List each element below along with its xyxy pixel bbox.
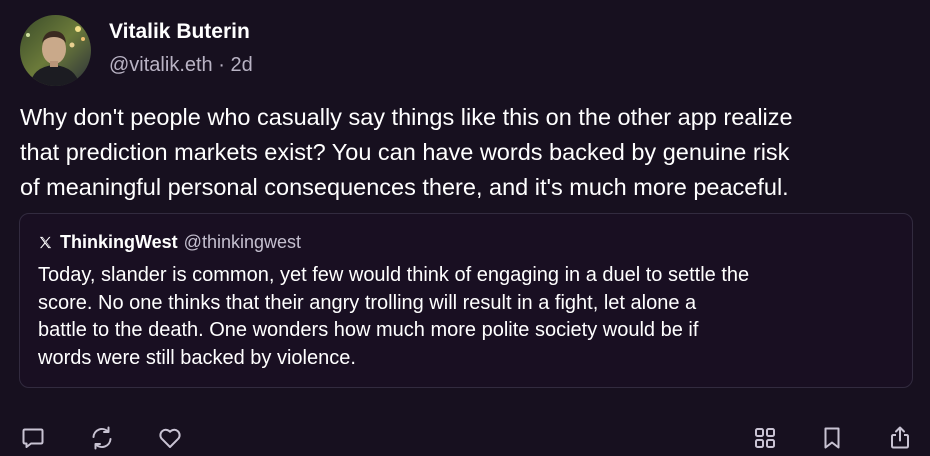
post-text: Why don't people who casually say things… <box>20 100 925 205</box>
post-timestamp[interactable]: 2d <box>230 54 252 76</box>
share-button[interactable] <box>887 425 913 451</box>
quote-text-line: battle to the death. One wonders how muc… <box>38 319 699 341</box>
quote-header: ThinkingWest @thinkingwest <box>38 231 301 253</box>
recast-button[interactable] <box>89 425 115 451</box>
quoted-post-card[interactable]: ThinkingWest @thinkingwest Today, slande… <box>19 213 913 388</box>
recast-icon <box>92 426 112 450</box>
post-text-line: Why don't people who casually say things… <box>20 104 793 130</box>
apps-grid-icon <box>755 428 775 448</box>
quote-text-line: words were still backed by violence. <box>38 346 356 369</box>
avatar[interactable] <box>20 15 91 86</box>
quote-text-line: Today, slander is common, yet few would … <box>38 264 750 286</box>
quote-text-line: score. No one thinks that their angry tr… <box>38 291 697 314</box>
post-text-line: of meaningful personal consequences ther… <box>20 174 789 200</box>
author-handle[interactable]: @vitalik.eth <box>109 54 213 76</box>
x-logo-icon <box>39 236 52 248</box>
apps-button[interactable] <box>752 425 778 451</box>
like-icon <box>159 428 181 448</box>
reply-icon <box>22 428 44 448</box>
quote-author-name[interactable]: ThinkingWest <box>60 231 178 253</box>
reply-button[interactable] <box>20 425 46 451</box>
quote-author-handle[interactable]: @thinkingwest <box>184 231 301 253</box>
like-button[interactable] <box>157 425 183 451</box>
bookmark-button[interactable] <box>819 425 845 451</box>
author-name[interactable]: Vitalik Buterin <box>109 20 250 44</box>
bookmark-icon <box>824 427 840 449</box>
quote-text: Today, slander is common, yet few would … <box>38 262 908 372</box>
meta-separator: · <box>218 54 225 76</box>
post-text-line: that prediction markets exist? You can h… <box>20 139 790 165</box>
share-icon <box>891 426 909 449</box>
avatar-image <box>20 15 91 86</box>
author-meta: @vitalik.eth · 2d <box>109 53 253 77</box>
